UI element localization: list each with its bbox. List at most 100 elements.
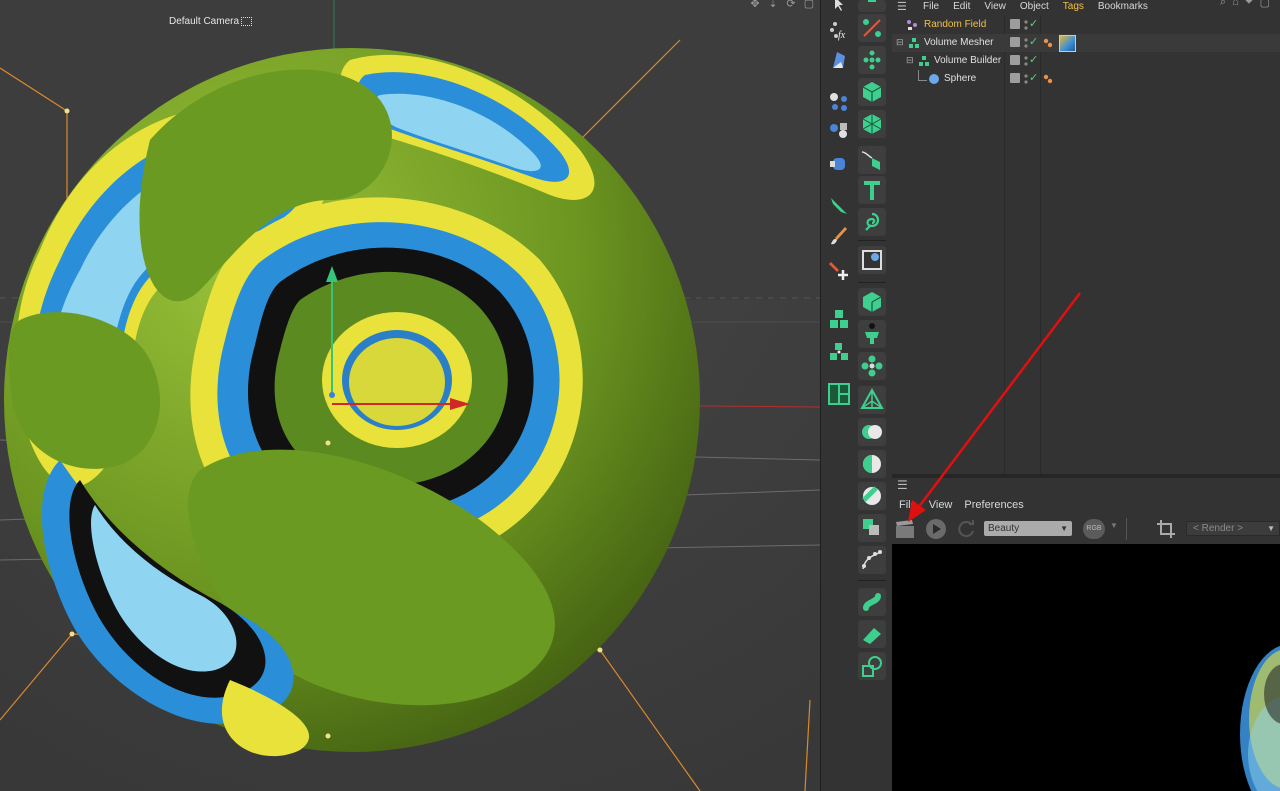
menu-view[interactable]: View <box>929 499 953 511</box>
effector-fx-icon[interactable]: fx <box>825 16 853 44</box>
maximize-view-icon[interactable]: ▢ <box>802 0 816 10</box>
extrude-icon[interactable] <box>858 620 886 648</box>
render-pass-select[interactable]: Beauty ▼ <box>984 521 1072 536</box>
search-icon[interactable]: ⌕ <box>1220 0 1226 9</box>
enabled-check-icon[interactable]: ✓ <box>1029 17 1038 30</box>
cloner-mix-icon[interactable] <box>825 118 853 146</box>
symmetry-icon[interactable] <box>858 450 886 478</box>
capsule-icon[interactable] <box>858 482 886 510</box>
render-canvas[interactable] <box>892 544 1280 791</box>
tree-row[interactable]: ⊟ Volume Mesher ✓ <box>892 34 1280 52</box>
tube-icon[interactable] <box>858 588 886 616</box>
panel-menu-icon[interactable]: ☰ <box>897 0 909 13</box>
chevron-down-icon: ▼ <box>1267 524 1275 533</box>
cubes-array-icon[interactable] <box>825 338 853 366</box>
primitive-top-icon[interactable] <box>858 0 886 12</box>
menu-edit[interactable]: Edit <box>953 1 970 12</box>
viewport-scene <box>0 0 820 791</box>
move-view-icon[interactable]: ✥ <box>748 0 762 10</box>
picture-viewer-toolbar: Beauty ▼ RGB ▼ < Render > ▼ <box>892 518 1280 542</box>
tree-row[interactable]: Sphere ✓ <box>892 70 1280 88</box>
chevron-down-icon: ▼ <box>1060 524 1068 533</box>
filter-icon[interactable]: ⏷ <box>1245 0 1254 9</box>
menu-preferences[interactable]: Preferences <box>964 499 1023 511</box>
cubes-stack-icon[interactable] <box>825 306 853 334</box>
3d-viewport[interactable]: Default Camera ✥ ⇣ ⟳ ▢ <box>0 0 820 791</box>
render-preview-image <box>1240 645 1280 791</box>
tree-item-label: Volume Builder <box>934 55 1002 66</box>
visibility-toggle[interactable] <box>1010 19 1020 29</box>
boole-icon[interactable] <box>858 418 886 446</box>
material-tag-icon[interactable] <box>1059 35 1076 52</box>
collapse-icon[interactable]: ⊟ <box>906 55 914 66</box>
matrix-icon[interactable] <box>858 46 886 74</box>
sweep-icon[interactable] <box>858 652 886 680</box>
visibility-toggle[interactable] <box>1010 55 1020 65</box>
helix-spline-icon[interactable] <box>858 208 886 236</box>
menu-tags[interactable]: Tags <box>1063 1 1084 12</box>
enabled-check-icon[interactable]: ✓ <box>1029 53 1038 66</box>
text-spline-icon[interactable] <box>858 176 886 204</box>
play-render-icon[interactable] <box>925 518 947 540</box>
menu-view[interactable]: View <box>984 1 1006 12</box>
rotate-view-icon[interactable]: ⟳ <box>784 0 798 10</box>
paint-brush-icon[interactable] <box>825 222 853 250</box>
rgb-label: RGB <box>1086 525 1102 532</box>
collapse-icon[interactable]: ⊟ <box>896 37 904 48</box>
menu-file[interactable]: File <box>899 499 917 511</box>
rgb-dropdown-icon[interactable]: ▼ <box>1110 521 1118 530</box>
visibility-toggle[interactable] <box>1010 37 1020 47</box>
tree-row[interactable]: Random Field ✓ <box>892 16 1280 34</box>
tree-connector <box>918 70 927 81</box>
menu-file[interactable]: File <box>923 1 939 12</box>
home-icon[interactable]: ⌂ <box>1232 0 1239 9</box>
subdivision-icon[interactable] <box>858 146 886 174</box>
tree-row[interactable]: ⊟ Volume Builder ✓ <box>892 52 1280 70</box>
spline-points-icon[interactable] <box>858 546 886 574</box>
camera-label[interactable]: Default Camera <box>169 16 253 27</box>
sketch-frame-icon[interactable] <box>858 246 886 274</box>
picture-viewer-menubar: File View Preferences <box>899 499 1024 511</box>
object-manager-tools: ⌕ ⌂ ⏷ ▢ <box>1220 0 1270 9</box>
camera-tool-icon[interactable] <box>825 150 853 178</box>
tree-item-label: Volume Mesher <box>924 37 994 48</box>
pyramid-icon[interactable] <box>858 386 886 414</box>
new-window-icon[interactable]: ▢ <box>1260 0 1270 9</box>
fracture-icon[interactable] <box>858 110 886 138</box>
add-brush-icon[interactable] <box>825 256 853 284</box>
render-region-value: < Render > <box>1193 523 1244 534</box>
viewport-nav-icons: ✥ ⇣ ⟳ ▢ <box>748 0 816 10</box>
volume-cube-icon[interactable] <box>858 288 886 316</box>
menu-object[interactable]: Object <box>1020 1 1049 12</box>
deformer-icon[interactable] <box>825 46 853 74</box>
phong-tag-icon[interactable] <box>1043 38 1053 48</box>
cube-icon[interactable] <box>858 78 886 106</box>
enabled-check-icon[interactable]: ✓ <box>1029 71 1038 84</box>
refresh-icon[interactable] <box>955 518 977 540</box>
enabled-check-icon[interactable]: ✓ <box>1029 35 1038 48</box>
clapper-icon[interactable] <box>894 518 916 540</box>
render-region-dropdown[interactable]: < Render > ▼ <box>1186 521 1280 536</box>
volume-builder-icon <box>919 56 929 66</box>
volume-mesher-icon <box>909 38 919 48</box>
phong-tag-icon[interactable] <box>1043 74 1053 84</box>
sculpt-brush-icon[interactable] <box>825 192 853 220</box>
layout-panel-icon[interactable] <box>825 380 853 408</box>
picture-viewer: ☰ File View Preferences Beauty ▼ RGB ▼ < … <box>892 478 1280 791</box>
connect-objects-icon[interactable] <box>858 514 886 542</box>
svg-text:fx: fx <box>838 30 846 41</box>
menu-bookmarks[interactable]: Bookmarks <box>1098 1 1148 12</box>
panel-menu-icon[interactable]: ☰ <box>897 478 908 492</box>
crop-icon[interactable] <box>1155 518 1177 540</box>
tree-item-label: Sphere <box>944 73 977 84</box>
select-tool-icon[interactable] <box>825 0 853 14</box>
tool-palette: fx <box>820 0 893 791</box>
zoom-view-icon[interactable]: ⇣ <box>766 0 780 10</box>
rgb-toggle[interactable]: RGB <box>1083 519 1105 539</box>
particle-flower-icon[interactable] <box>858 352 886 380</box>
object-tree: Random Field ✓ ⊟ Volume Mesher ✓ ⊟ Volum… <box>892 16 1280 88</box>
character-icon[interactable] <box>858 320 886 348</box>
null-cloner-icon[interactable] <box>858 14 886 42</box>
cloner-spheres-icon[interactable] <box>825 88 853 116</box>
visibility-toggle[interactable] <box>1010 73 1020 83</box>
